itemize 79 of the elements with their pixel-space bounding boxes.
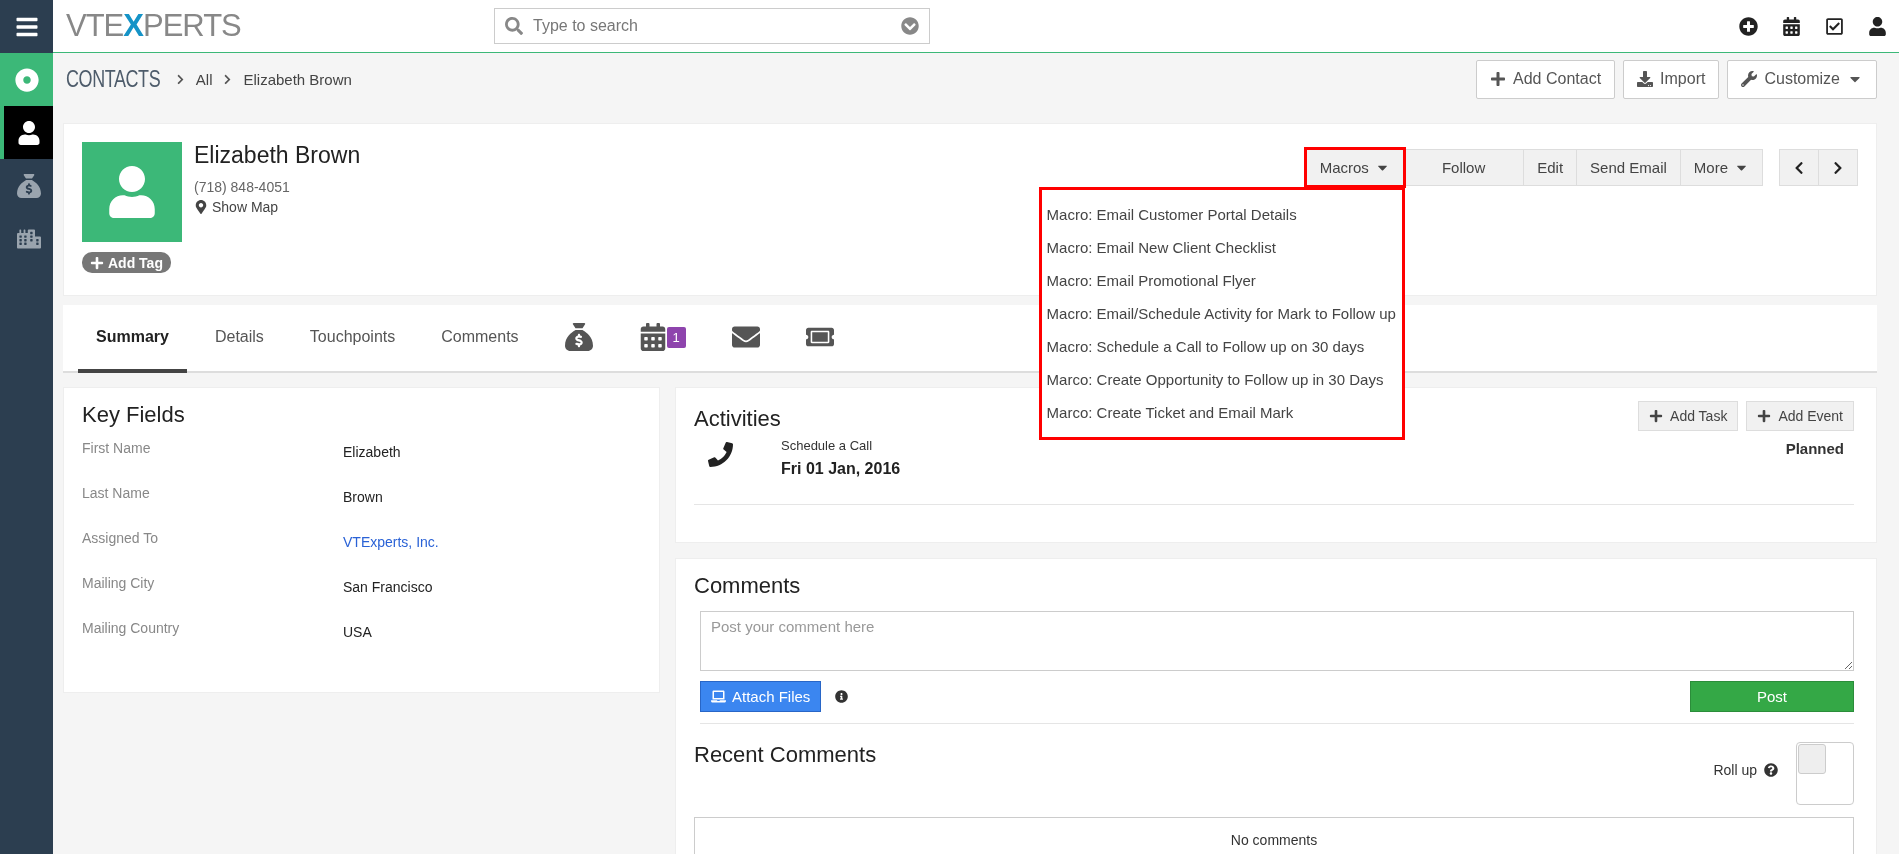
field-label: Mailing Country [82,619,181,638]
icon-tab[interactable]: 1 [620,305,704,373]
header-button[interactable]: Import [1623,59,1720,99]
money-bag-icon [564,323,593,351]
calendar-icon [638,323,667,351]
attach-files-button[interactable]: Attach Files [700,681,822,712]
add-button[interactable]: Add Event [1746,401,1854,431]
show-map-link[interactable]: Show Map [194,199,361,215]
menu-item[interactable]: Macro: Email/Schedule Activity for Mark to Follow up [1046,297,1396,330]
laptop-icon [711,689,726,704]
plus-icon [1490,71,1506,87]
user-icon [16,120,41,145]
menu-item[interactable]: Macro: Email New Client Checklist [1046,231,1396,264]
search-icon [505,17,523,35]
activity-title: Schedule a Call [781,438,874,453]
help-icon[interactable] [1764,763,1778,777]
plus-icon[interactable] [1739,16,1758,36]
phone-icon [708,442,733,467]
field-label: First Name [82,439,152,458]
add-tag-button[interactable]: Add Tag [82,252,171,273]
empty-message: No comments [694,817,1854,854]
info-icon[interactable] [835,690,849,703]
target-icon [14,67,39,92]
header-button[interactable]: Customize [1727,59,1877,99]
sidebar-item[interactable] [0,106,53,159]
logo: VTEXPERTS [66,8,242,44]
card-title: Key Fields [82,402,186,428]
phone-number: (718) 848-4051 [194,179,291,195]
menu-item[interactable]: Macro: Email Customer Portal Details [1046,198,1396,231]
map-marker-icon [194,200,208,214]
tab[interactable]: Summary [78,305,187,373]
field-value: Elizabeth [343,443,402,462]
money-bag-icon [16,173,41,198]
buildings-icon [16,226,41,251]
action-button[interactable]: Edit [1523,149,1578,186]
card-title: Activities [694,406,781,432]
field-value: Brown [343,488,384,507]
action-button[interactable]: More [1679,149,1763,186]
field-link[interactable]: VTExperts, Inc. [343,524,641,569]
wrench-icon [1741,71,1758,87]
next-button[interactable] [1818,149,1858,186]
tab[interactable]: Comments [423,305,537,373]
menu-item[interactable]: Macro: Schedule a Call to Follow up on 30 days [1046,330,1396,363]
section-title: Recent Comments [694,742,877,768]
comment-field[interactable]: Post your comment here [700,611,1854,671]
field-value: San Francisco [343,578,434,597]
activity-date: Fri 01 Jan, 2016 [781,460,901,478]
field-label: Assigned To [82,529,159,548]
plus-icon [1649,409,1664,423]
user-icon[interactable] [1868,16,1887,36]
search-field[interactable]: Type to search [494,8,930,44]
record-name: Elizabeth Brown [194,142,361,169]
activity-status: Planned [1785,439,1844,457]
count-badge: 1 [666,326,686,348]
user-icon [106,166,158,218]
menu-item[interactable]: Marco: Create Opportunity to Follow up in 30 Days [1046,363,1396,396]
rollup-label: Roll up [1713,762,1757,778]
chevron-down-icon [901,17,919,35]
menu-item[interactable]: Marco: Create Ticket and Email Mark [1046,396,1396,429]
card-title: Comments [694,573,802,599]
previous-button[interactable] [1779,149,1819,186]
action-button[interactable]: Send Email [1576,149,1681,186]
checkbox-icon[interactable] [1825,16,1844,36]
tab[interactable]: Details [196,305,282,373]
add-button[interactable]: Add Task [1638,401,1739,431]
field-label: Mailing City [82,574,156,593]
menu-item[interactable]: Macro: Email Promotional Flyer [1046,264,1396,297]
plus-icon [1757,409,1772,423]
module-title: CONTACTS [66,65,161,93]
field-value: USA [343,623,373,642]
download-icon [1637,71,1654,87]
breadcrumb-item[interactable]: All [195,70,213,88]
calendar-icon[interactable] [1782,16,1801,36]
tab[interactable]: Touchpoints [291,305,414,373]
breadcrumb-item[interactable]: Elizabeth Brown [243,70,352,88]
field-label: Last Name [82,484,151,503]
plus-icon [90,255,104,270]
header-button[interactable]: Add Contact [1476,59,1616,99]
rollup-toggle[interactable] [1796,742,1854,805]
